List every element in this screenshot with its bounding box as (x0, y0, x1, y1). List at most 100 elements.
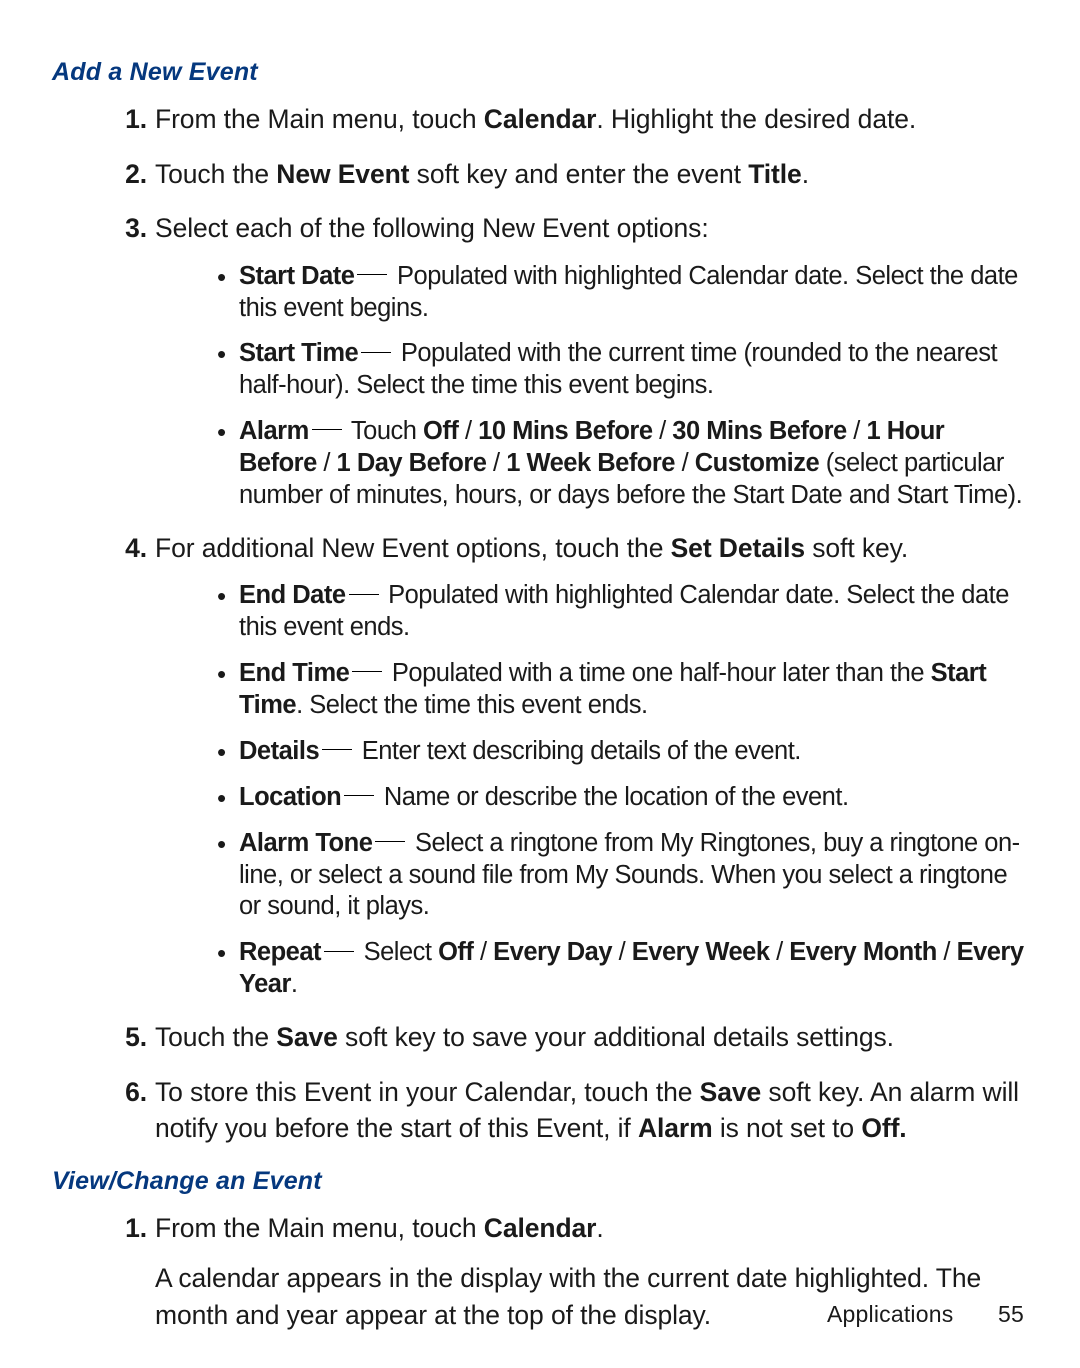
step-number: 4. (109, 530, 147, 567)
section1.steps.2.bullets.2-run: Alarm (239, 417, 309, 445)
sub-bullet-item: End Date Populated with highlighted Cale… (217, 580, 1028, 644)
section1.steps.2.bullets.0-run: Populated with highlighted Calendar date… (239, 262, 1018, 322)
step-item: 6.To store this Event in your Calendar, … (117, 1074, 1028, 1147)
section1.steps.2.bullets.2-run: / (847, 417, 867, 445)
section1.steps.3.bullets.5-run: Every Week (632, 938, 770, 966)
step-body: From the Main menu, touch Calendar. (155, 1213, 604, 1243)
sub-bullet-item: Location Name or describe the location o… (217, 782, 1028, 814)
page-footer: Applications 55 (827, 1301, 1024, 1328)
section1.steps.3.bullets.4-run: Alarm Tone (239, 829, 372, 857)
section1.steps.2.bullets.2-run: Customize (695, 449, 819, 477)
section1.steps.3.bullets.5-run: Repeat (239, 938, 321, 966)
section1.steps.3.bullets.1-run: . Select the time this event ends. (296, 691, 648, 719)
step-item: 5.Touch the Save soft key to save your a… (117, 1019, 1028, 1056)
section1.steps.3.bullets.5-run: / (473, 938, 493, 966)
section1.steps.3.bullets.1-dash (352, 671, 382, 672)
sub-bullet-item: Repeat Select Off / Every Day / Every We… (217, 937, 1028, 1001)
section1.steps.2.bullets.2-run: / (486, 449, 506, 477)
section1.steps.1-run: soft key and enter the event (409, 159, 748, 189)
sub-bullet-list: End Date Populated with highlighted Cale… (155, 580, 1028, 1001)
section1.steps.2.bullets.2-run: / (675, 449, 695, 477)
step-body: Select each of the following New Event o… (155, 213, 709, 243)
section1.steps.3-run: soft key. (805, 533, 908, 563)
sub-bullet-item: Start Time Populated with the current ti… (217, 338, 1028, 402)
manual-page: Add a New Event 1. From the Main menu, to… (0, 0, 1080, 1368)
step-number: 3. (109, 210, 147, 247)
section-heading-add-event: Add a New Event (52, 58, 1028, 87)
section1.steps.1-run: New Event (276, 159, 409, 189)
section1.steps.3.bullets.2-run: Enter text describing details of the eve… (355, 737, 801, 765)
sub-bullet-item: Alarm Tone Select a ringtone from My Rin… (217, 828, 1028, 924)
section1.steps.3-run: Set Details (671, 533, 805, 563)
section1.steps.0-run: Calendar (484, 104, 597, 134)
section1.steps.3.bullets.2-dash (322, 749, 352, 750)
section1.steps.3.bullets.3-run: Name or describe the location of the eve… (377, 783, 848, 811)
section1.steps.5-run: Alarm (638, 1113, 713, 1143)
step-body: Touch the Save soft key to save your add… (155, 1022, 894, 1052)
step-body: To store this Event in your Calendar, to… (155, 1077, 1019, 1144)
section1.steps.2.bullets.2-run: 1 Week Before (506, 449, 675, 477)
step-number: 6. (109, 1074, 147, 1111)
step-body: Touch the New Event soft key and enter t… (155, 159, 809, 189)
section1.steps.3.bullets.5-run: Off (438, 938, 473, 966)
section1.steps.1-run: . (802, 159, 809, 189)
section1.steps.2.bullets.2-run: Touch (345, 417, 423, 445)
section1.steps.0-run: From the Main menu, touch (155, 104, 484, 134)
section1.steps.3.bullets.5-run: Select (357, 938, 438, 966)
section1.steps.3.bullets.5-run: / (937, 938, 957, 966)
section1.steps.2.bullets.2-run: / (653, 417, 673, 445)
section1.steps.2.bullets.2-run: 1 Day Before (337, 449, 487, 477)
steps-list-1: 1. From the Main menu, touch Calendar. Hi… (52, 101, 1028, 1147)
section1.steps.3.bullets.1-run: Populated with a time one half-hour late… (385, 659, 930, 687)
section1.steps.2.bullets.2-run: Off (423, 417, 458, 445)
section1.steps.3.bullets.0-run: End Date (239, 581, 346, 609)
section1.steps.0-run: . Highlight the desired date. (596, 104, 916, 134)
section1.steps.2.bullets.2-run: / (317, 449, 337, 477)
sub-bullet-list: Start Date Populated with highlighted Ca… (155, 261, 1028, 512)
section1.steps.5-run: Off. (861, 1113, 906, 1143)
section1.steps.3.bullets.5-run: / (770, 938, 790, 966)
section1.steps.5-run: Save (700, 1077, 762, 1107)
section1.steps.1-run: Touch the (155, 159, 276, 189)
step-item: 4.For additional New Event options, touc… (117, 530, 1028, 1001)
step-number: 5. (109, 1019, 147, 1056)
section1.steps.2.bullets.2-run: 10 Mins Before (478, 417, 652, 445)
section2.steps.0-run: From the Main menu, touch (155, 1213, 484, 1243)
section1.steps.4-run: Save (276, 1022, 338, 1052)
section1.steps.3.bullets.5-run: . (291, 970, 298, 998)
section1.steps.5-run: is not set to (713, 1113, 862, 1143)
section1.steps.1-run: Title (748, 159, 802, 189)
section1.steps.3.bullets.5-dash (324, 951, 354, 952)
section1.steps.2.bullets.2-run: 30 Mins Before (672, 417, 846, 445)
section2.steps.0-run: . (596, 1213, 603, 1243)
section1.steps.5-run: To store this Event in your Calendar, to… (155, 1077, 700, 1107)
step-body: From the Main menu, touch Calendar. High… (155, 104, 916, 134)
step-number: 1. (109, 101, 147, 138)
section1.steps.3.bullets.4-dash (375, 841, 405, 842)
section1.steps.3-run: For additional New Event options, touch … (155, 533, 671, 563)
section1.steps.3.bullets.3-run: Location (239, 783, 341, 811)
sub-bullet-item: Start Date Populated with highlighted Ca… (217, 261, 1028, 325)
step-item: 1.From the Main menu, touch Calendar. Hi… (117, 101, 1028, 138)
section1.steps.3.bullets.2-run: Details (239, 737, 319, 765)
section-heading-view-change: View/Change an Event (52, 1167, 1028, 1196)
section1.steps.3.bullets.3-dash (344, 795, 374, 796)
section1.steps.2.bullets.0-dash (357, 274, 387, 275)
section1.steps.4-run: Touch the (155, 1022, 276, 1052)
section1.steps.3.bullets.5-run: Every Day (493, 938, 612, 966)
section1.steps.3.bullets.1-run: End Time (239, 659, 349, 687)
step-number: 1. (109, 1210, 147, 1247)
step-item: 2.Touch the New Event soft key and enter… (117, 156, 1028, 193)
sub-bullet-item: Details Enter text describing details of… (217, 736, 1028, 768)
section1.steps.2-run: Select each of the following New Event o… (155, 213, 709, 243)
section1.steps.3.bullets.0-run: Populated with highlighted Calendar date… (239, 581, 1009, 641)
section1.steps.3.bullets.5-run: Every Month (789, 938, 937, 966)
section1.steps.2.bullets.2-run: / (458, 417, 478, 445)
sub-bullet-item: End Time Populated with a time one half-… (217, 658, 1028, 722)
step-body: For additional New Event options, touch … (155, 533, 908, 563)
step-number: 2. (109, 156, 147, 193)
section1.steps.4-run: soft key to save your additional details… (338, 1022, 894, 1052)
section1.steps.3.bullets.0-dash (349, 594, 379, 595)
section1.steps.3.bullets.5-run: / (612, 938, 632, 966)
step-item: 3.Select each of the following New Event… (117, 210, 1028, 512)
